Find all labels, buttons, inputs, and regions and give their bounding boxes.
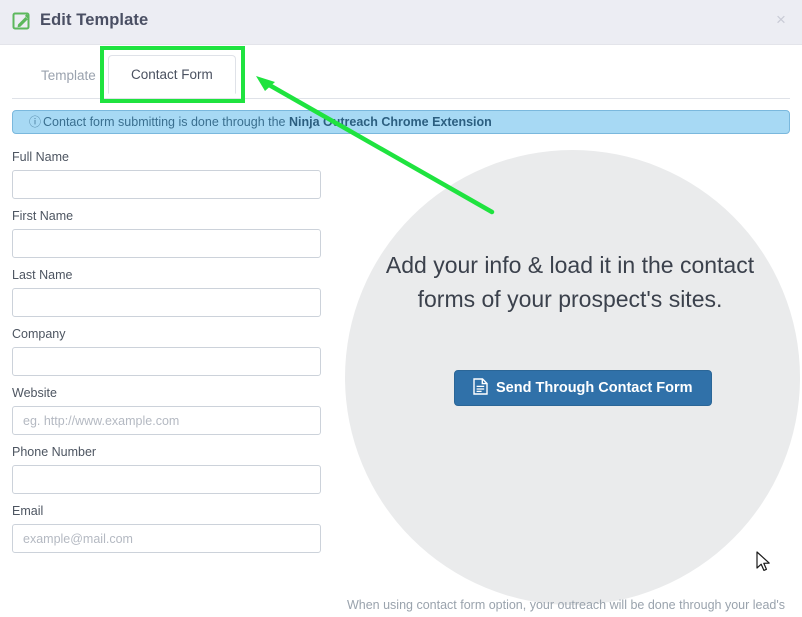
tab-bar: Template Contact Form (0, 46, 802, 99)
promo-headline: Add your info & load it in the contact f… (385, 252, 755, 312)
label-phone-number: Phone Number (12, 445, 97, 459)
label-email: Email (12, 504, 44, 518)
full-name-input[interactable] (12, 170, 321, 199)
first-name-input[interactable] (12, 229, 321, 258)
promo-caption: When using contact form option, your out… (346, 598, 786, 612)
send-through-contact-form-button[interactable]: Send Through Contact Form (454, 370, 712, 406)
info-banner-text: Contact form submitting is done through … (43, 115, 289, 129)
label-last-name: Last Name (12, 268, 73, 282)
phone-number-input[interactable] (12, 465, 321, 494)
field-website: Website (12, 386, 322, 435)
promo-panel: Add your info & load it in the contact f… (330, 140, 802, 617)
website-input[interactable] (12, 406, 321, 435)
tab-underline (12, 98, 790, 99)
label-first-name: First Name (12, 209, 74, 223)
field-phone-number: Phone Number (12, 445, 322, 494)
tab-contact-form[interactable]: Contact Form (108, 55, 236, 94)
contact-form-fields: Full Name First Name Last Name Company W… (12, 150, 322, 563)
info-circle-icon: ⓘ (29, 115, 42, 129)
page-title: Edit Template (40, 11, 149, 29)
field-full-name: Full Name (12, 150, 322, 199)
send-through-contact-form-label: Send Through Contact Form (496, 380, 693, 396)
last-name-input[interactable] (12, 288, 321, 317)
info-banner: ⓘ Contact form submitting is done through… (12, 110, 790, 134)
edit-template-modal: Edit Template × Template Contact Form ⓘ C… (0, 0, 802, 617)
tab-template[interactable]: Template (24, 58, 113, 93)
modal-header: Edit Template × (0, 0, 802, 45)
field-email: Email (12, 504, 322, 553)
label-website: Website (12, 386, 57, 400)
file-document-icon (473, 377, 488, 399)
field-first-name: First Name (12, 209, 322, 258)
field-company: Company (12, 327, 322, 376)
info-banner-bold-text: Ninja Outreach Chrome Extension (288, 115, 492, 129)
edit-pencil-square-icon (12, 11, 32, 31)
company-input[interactable] (12, 347, 321, 376)
email-field[interactable] (12, 524, 321, 553)
mouse-cursor-icon (756, 551, 772, 573)
close-icon[interactable]: × (770, 9, 792, 31)
label-company: Company (12, 327, 66, 341)
label-full-name: Full Name (12, 150, 69, 164)
field-last-name: Last Name (12, 268, 322, 317)
